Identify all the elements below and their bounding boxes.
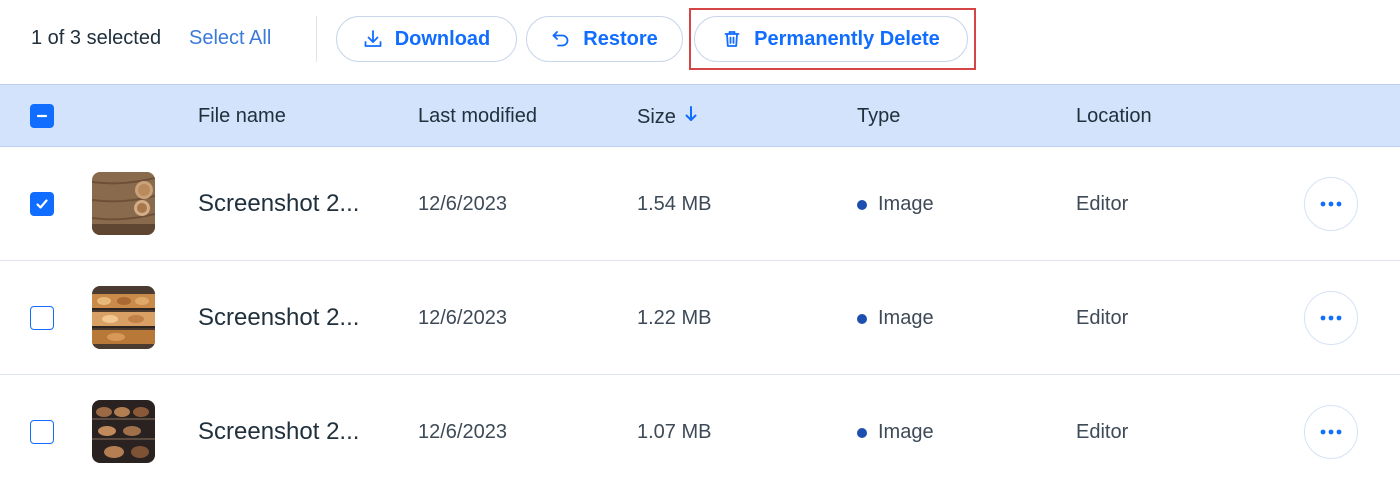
image-thumbnail-bread-shelves [92, 400, 155, 463]
file-type: Image [857, 421, 934, 444]
file-location: Editor [1076, 307, 1129, 329]
indeterminate-icon [36, 114, 48, 118]
ellipsis-icon [1320, 315, 1342, 321]
arrow-down-icon [684, 105, 698, 129]
last-modified: 12/6/2023 [418, 421, 507, 443]
checkmark-icon [36, 199, 48, 209]
type-dot-icon [857, 313, 867, 324]
column-header-size[interactable]: Size [637, 105, 698, 129]
file-type-label: Image [878, 421, 934, 443]
download-label: Download [394, 27, 491, 50]
file-type-label: Image [878, 193, 934, 215]
toolbar-divider [316, 16, 317, 62]
column-header-type[interactable]: Type [857, 105, 900, 128]
file-thumbnail[interactable] [92, 172, 155, 235]
restore-label: Restore [583, 27, 658, 50]
table-row[interactable]: Screenshot 2... 12/6/2023 1.54 MB Image … [0, 147, 1400, 261]
restore-button[interactable]: Restore [526, 16, 683, 62]
size-header-label: Size [637, 105, 676, 128]
download-button[interactable]: Download [336, 16, 517, 62]
image-thumbnail-wooden-table [92, 172, 155, 235]
file-type: Image [857, 193, 934, 216]
file-location: Editor [1076, 421, 1129, 443]
restore-icon [551, 29, 571, 49]
more-actions-button[interactable] [1304, 177, 1358, 231]
ellipsis-icon [1320, 201, 1342, 207]
type-dot-icon [857, 427, 867, 438]
row-checkbox[interactable] [30, 192, 54, 216]
file-name[interactable]: Screenshot 2... [198, 190, 359, 218]
ellipsis-icon [1320, 429, 1342, 435]
file-thumbnail[interactable] [92, 400, 155, 463]
column-header-file-name[interactable]: File name [198, 105, 286, 128]
file-name[interactable]: Screenshot 2... [198, 418, 359, 446]
select-all-checkbox[interactable] [30, 104, 54, 128]
row-checkbox[interactable] [30, 420, 54, 444]
select-all-link[interactable]: Select All [189, 27, 271, 50]
last-modified: 12/6/2023 [418, 307, 507, 329]
highlight-box [689, 8, 976, 70]
more-actions-button[interactable] [1304, 405, 1358, 459]
selection-count: 1 of 3 selected [31, 27, 162, 49]
table-row[interactable]: Screenshot 2... 12/6/2023 1.07 MB Image … [0, 375, 1400, 488]
column-header-location[interactable]: Location [1076, 105, 1152, 128]
type-dot-icon [857, 199, 867, 210]
last-modified: 12/6/2023 [418, 193, 507, 215]
row-checkbox[interactable] [30, 306, 54, 330]
image-thumbnail-bakery-display [92, 286, 155, 349]
bulk-actions-toolbar: 1 of 3 selected Select All Download Rest… [0, 0, 1400, 84]
file-name[interactable]: Screenshot 2... [198, 304, 359, 332]
file-size: 1.22 MB [637, 307, 712, 329]
table-row[interactable]: Screenshot 2... 12/6/2023 1.22 MB Image … [0, 261, 1400, 375]
file-type: Image [857, 307, 934, 330]
file-location: Editor [1076, 193, 1129, 215]
file-size: 1.07 MB [637, 421, 712, 443]
column-header-last-modified[interactable]: Last modified [418, 105, 537, 128]
file-thumbnail[interactable] [92, 286, 155, 349]
file-type-label: Image [878, 307, 934, 329]
more-actions-button[interactable] [1304, 291, 1358, 345]
file-size: 1.54 MB [637, 193, 712, 215]
table-header: File name Last modified Size Type Locati… [0, 84, 1400, 147]
download-icon [363, 29, 383, 49]
